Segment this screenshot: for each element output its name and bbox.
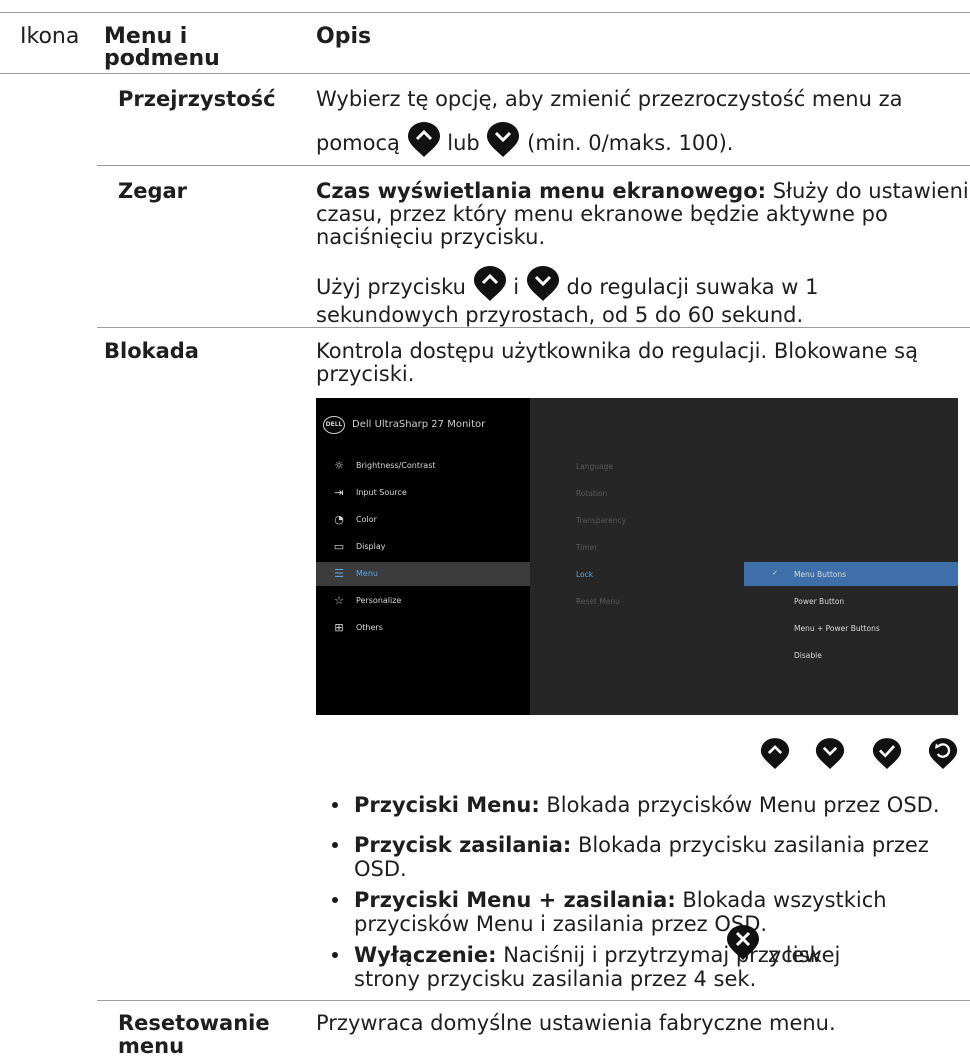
row-rule [97,165,970,166]
bullet-4-line2: strony przycisku zasilania przez 4 sek. [354,967,757,991]
menu-icon: ☰ [334,567,344,580]
osd-submenu-item[interactable]: Transparency [576,516,626,525]
osd-menu-item[interactable]: ☼ Brightness/Contrast [316,454,530,478]
text: i [513,275,520,299]
bullet-2: Przycisk zasilania: Blokada przycisku za… [354,832,929,858]
osd-screenshot: DELL Dell UltraSharp 27 Monitor ☼ Brightn… [316,398,958,715]
header-menu-2: podmenu [104,46,220,71]
osd-menu-item[interactable]: ☆ Personalize [316,589,530,613]
bullet-dot [332,842,338,848]
row-name-timer: Zegar [118,179,188,203]
osd-menu-label: Menu [356,569,378,578]
osd-menu-label: Color [356,515,377,524]
osd-menu-item[interactable]: ⇥ Input Source [316,481,530,505]
check-icon: ✓ [772,568,779,577]
header-icon: Ikona [20,24,80,49]
star-icon: ☆ [334,594,344,607]
osd-menu-item[interactable]: ⊞ Others [316,616,530,640]
text: Użyj przycisku [316,275,466,299]
row-name-lock: Blokada [104,339,199,363]
text: lub [447,131,480,155]
text: Blokada wszystkich [675,888,887,912]
bullet-2-line2: OSD. [354,857,407,881]
bullet-dot [332,897,338,903]
timer-desc-line3: naciśnięciu przycisku. [316,225,546,249]
text: pomocą [316,131,400,155]
osd-option[interactable]: Menu Buttons [794,570,846,579]
bullet-3-bold: Przyciski Menu + zasilania: [354,888,676,912]
dell-logo: DELL [323,416,345,434]
row-name-transparency: Przejrzystość [118,87,276,111]
osd-menu-label: Others [356,623,383,632]
timer-desc-line4: Użyj przycisku i do regulacji suwaka w 1 [316,266,819,306]
check-icon[interactable] [872,738,902,770]
bullet-3-line2: przycisków Menu i zasilania przez OSD. [354,912,768,936]
osd-main-menu: DELL Dell UltraSharp 27 Monitor ☼ Brightn… [316,398,530,715]
osd-submenu-item[interactable]: Lock [576,570,593,579]
up-icon [473,266,507,302]
timer-desc-line5: sekundowych przyrostach, od 5 do 60 seku… [316,303,804,327]
timer-bold: Czas wyświetlania menu ekranowego: [316,179,767,203]
bullet-4-bold: Wyłączenie: [354,943,497,967]
osd-submenu-item[interactable]: Reset Menu [576,597,620,606]
bullet-3: Przyciski Menu + zasilania: Blokada wszy… [354,887,887,913]
lock-desc-line2: przyciski. [316,362,415,386]
osd-menu-label: Display [356,542,386,551]
text: Blokada przycisków Menu przez OSD. [539,793,940,817]
osd-menu-item[interactable]: ▭ Display [316,535,530,559]
osd-menu-item[interactable]: ☰ Menu [316,562,530,586]
top-rule [0,12,970,13]
osd-option[interactable]: Power Button [794,597,844,606]
header-description: Opis [316,24,372,49]
osd-title: Dell UltraSharp 27 Monitor [352,419,486,430]
text: Blokada przycisku zasilania przez [571,833,929,857]
osd-submenu-item[interactable]: Language [576,462,613,471]
osd-option[interactable]: Menu + Power Buttons [794,624,880,633]
bullet-dot [332,802,338,808]
osd-menu-label: Input Source [356,488,407,497]
down-icon[interactable] [815,738,845,770]
reset-desc: Przywraca domyślne ustawienia fabryczne … [316,1011,836,1035]
osd-option[interactable]: Disable [794,651,822,660]
bullet-2-bold: Przycisk zasilania: [354,833,572,857]
down-icon [486,122,520,158]
text: do regulacji suwaka w 1 [566,275,819,299]
transparency-desc-line2: pomocą lub (min. 0/maks. 100). [316,122,734,162]
row-rule [97,1000,970,1001]
close-icon [726,925,760,961]
bullet-dot [332,952,338,958]
text: (min. 0/maks. 100). [527,131,734,155]
input-source-icon: ⇥ [334,486,344,499]
down-icon [526,266,560,302]
osd-menu-item[interactable]: ◔ Color [316,508,530,532]
osd-submenu-item[interactable]: Timer [576,543,597,552]
bullet-1-bold: Przyciski Menu: [354,793,540,817]
display-icon: ▭ [333,540,345,553]
others-icon: ⊞ [334,621,344,634]
color-icon: ◔ [334,513,344,526]
bullet-1: Przyciski Menu: Blokada przycisków Menu … [354,792,940,818]
back-icon[interactable] [928,738,958,770]
osd-submenu-panel [530,398,958,715]
bullet-4-after: z lewej [768,943,841,967]
up-icon[interactable] [760,738,790,770]
osd-menu-label: Brightness/Contrast [356,461,436,470]
header-rule [0,73,970,74]
transparency-desc-line1: Wybierz tę opcję, aby zmienić przezroczy… [316,87,903,111]
up-icon [407,122,441,158]
row-name-reset-2: menu [118,1034,185,1058]
brightness-icon: ☼ [334,459,344,472]
osd-submenu-item[interactable]: Rotation [576,489,607,498]
osd-menu-label: Personalize [356,596,402,605]
text: Służy do ustawienia [766,179,970,203]
